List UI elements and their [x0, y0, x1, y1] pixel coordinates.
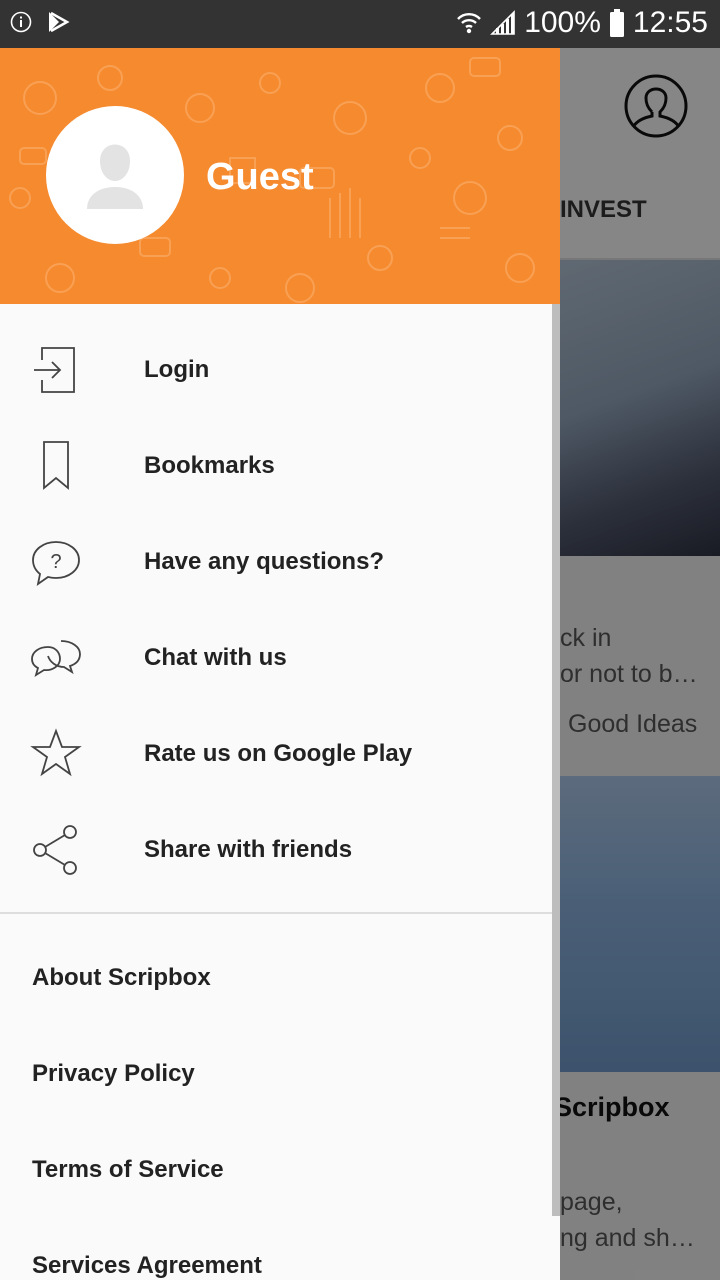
star-icon	[30, 728, 82, 780]
battery-level: 100%	[524, 6, 601, 39]
menu-item-label: Have any questions?	[144, 548, 385, 575]
link-services-agreement[interactable]: Services Agreement	[0, 1218, 552, 1280]
status-bar: 100% 12:55	[0, 0, 720, 48]
signal-icon	[490, 10, 516, 36]
avatar[interactable]	[46, 106, 184, 244]
drawer-scrollbar[interactable]	[552, 304, 560, 1216]
battery-icon	[609, 9, 625, 37]
play-store-icon	[46, 10, 70, 34]
menu-item-label: Share with friends	[144, 836, 353, 863]
menu-item-bookmarks[interactable]: Bookmarks	[0, 418, 552, 514]
drawer-menu: Login Bookmarks ? Have any questions? Ch…	[0, 322, 552, 898]
info-icon	[10, 11, 32, 33]
menu-item-share[interactable]: Share with friends	[0, 802, 552, 898]
clock: 12:55	[632, 6, 708, 39]
menu-item-label: Login	[144, 356, 210, 383]
username: Guest	[206, 156, 314, 198]
menu-item-questions[interactable]: ? Have any questions?	[0, 514, 552, 610]
link-privacy-policy[interactable]: Privacy Policy	[0, 1026, 552, 1122]
user-icon	[87, 144, 143, 209]
link-about[interactable]: About Scripbox	[0, 930, 552, 1026]
menu-item-label: Chat with us	[144, 644, 287, 671]
menu-item-chat[interactable]: Chat with us	[0, 610, 552, 706]
drawer-header: Guest	[0, 48, 560, 304]
login-icon	[30, 344, 82, 396]
question-icon: ?	[30, 536, 82, 588]
link-label: Privacy Policy	[32, 1060, 195, 1087]
svg-text:?: ?	[50, 551, 61, 573]
navigation-drawer: Guest Login Bookmarks ? Have any questio…	[0, 48, 560, 1280]
bookmark-icon	[30, 440, 82, 492]
menu-item-login[interactable]: Login	[0, 322, 552, 418]
menu-item-label: Rate us on Google Play	[144, 740, 413, 767]
share-icon	[30, 824, 82, 876]
link-label: About Scripbox	[32, 964, 211, 991]
menu-divider	[0, 912, 552, 914]
menu-item-rate[interactable]: Rate us on Google Play	[0, 706, 552, 802]
link-label: Services Agreement	[32, 1252, 262, 1279]
wifi-icon	[456, 10, 482, 36]
menu-item-label: Bookmarks	[144, 452, 275, 479]
link-terms-of-service[interactable]: Terms of Service	[0, 1122, 552, 1218]
link-label: Terms of Service	[32, 1156, 224, 1183]
chat-icon	[30, 632, 82, 684]
drawer-links: About Scripbox Privacy Policy Terms of S…	[0, 930, 552, 1280]
